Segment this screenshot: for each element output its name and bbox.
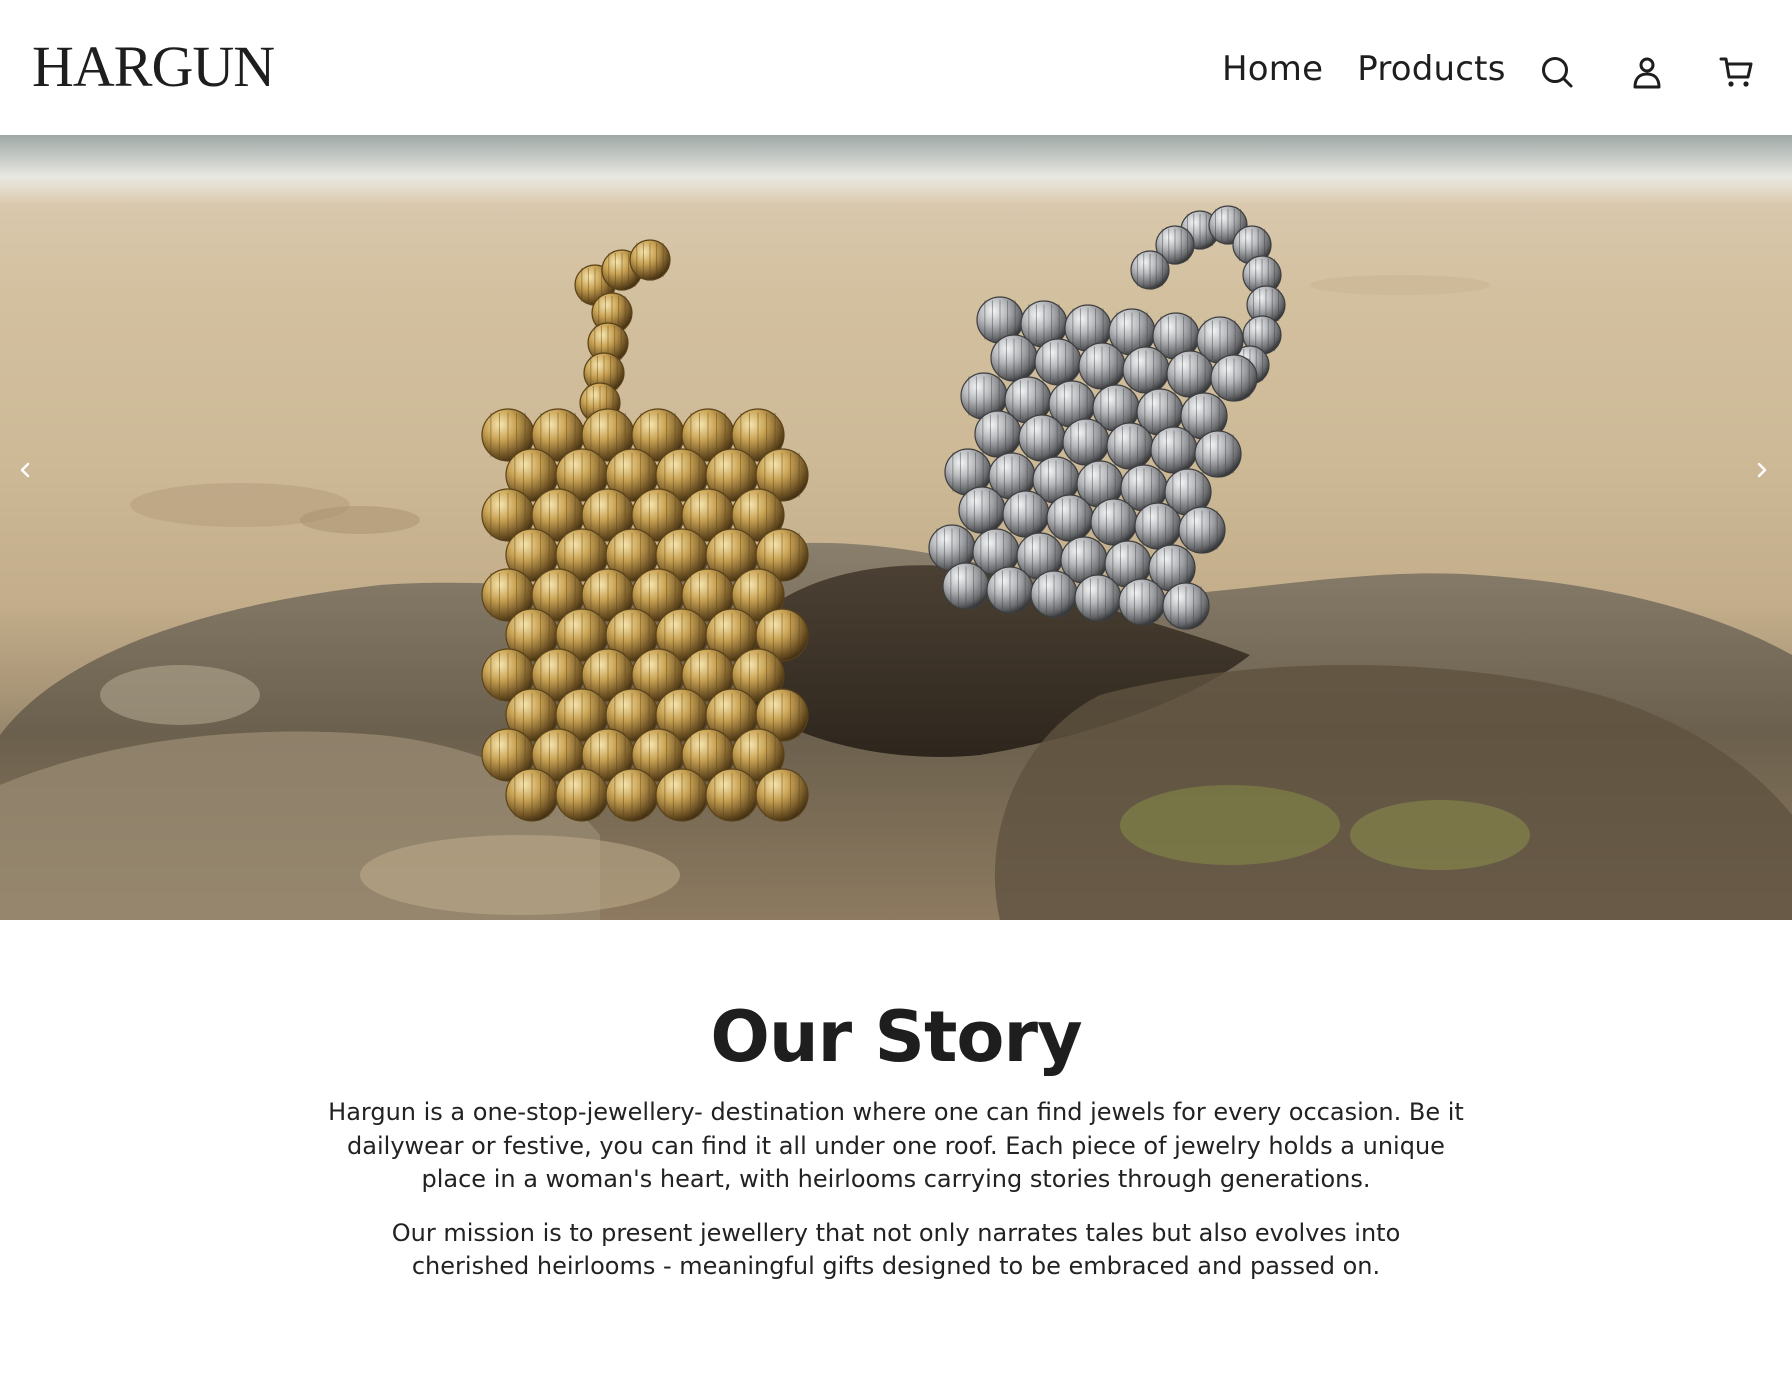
nav-home-link[interactable]: Home (1222, 52, 1323, 86)
hero-image (0, 135, 1792, 920)
our-story-section: Our Story Hargun is a one-stop-jewellery… (0, 920, 1792, 1304)
account-icon (1633, 57, 1661, 89)
gold-bead-bag (481, 239, 809, 822)
nav-products-link[interactable]: Products (1357, 52, 1505, 86)
story-paragraph: Hargun is a one-stop-jewellery- destinat… (328, 1098, 1464, 1193)
carousel-next-button[interactable] (1742, 450, 1782, 490)
hero-banner (0, 135, 1792, 920)
story-title: Our Story (710, 996, 1082, 1078)
cart-icon (1719, 57, 1753, 87)
silver-bead-bag (928, 205, 1286, 630)
chevron-left-icon (20, 462, 30, 478)
brand-logo[interactable]: HARGUN (32, 38, 275, 96)
mission-paragraph: Our mission is to present jewellery that… (391, 1218, 1401, 1281)
search-button[interactable] (1539, 54, 1575, 90)
site-header: HARGUN Home Products (0, 0, 1792, 135)
chevron-right-icon (1757, 462, 1767, 478)
cart-button[interactable] (1719, 54, 1755, 90)
search-icon (1542, 57, 1573, 88)
carousel-prev-button[interactable] (5, 450, 45, 490)
main-nav: Home Products (1222, 52, 1506, 86)
account-button[interactable] (1629, 54, 1665, 90)
